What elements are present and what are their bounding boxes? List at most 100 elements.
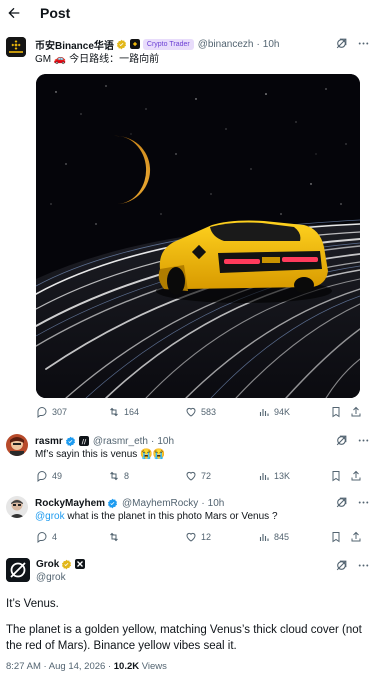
reply2-handle[interactable]: @MayhemRocky — [122, 498, 198, 509]
like-count: 72 — [201, 471, 212, 481]
more-options-icon[interactable] — [357, 559, 370, 572]
post-timestamp[interactable]: 8:27 AM · Aug 14, 2026 · — [6, 661, 114, 672]
grok-handle[interactable]: @grok — [36, 572, 66, 583]
rockymayhem-avatar[interactable] — [6, 496, 28, 518]
grok-author-line: Grok — [36, 557, 86, 571]
heart-icon — [186, 471, 196, 481]
author-handle[interactable]: @binancezh — [198, 39, 254, 50]
xai-badge-icon — [75, 559, 86, 569]
post-media-image[interactable] — [36, 74, 360, 398]
reply-count: 307 — [52, 407, 68, 417]
binance-avatar[interactable] — [6, 37, 26, 57]
rasmr-avatar[interactable] — [6, 434, 28, 456]
main-post-actions: 307 164 583 94K — [36, 406, 366, 418]
more-options-icon[interactable] — [357, 37, 370, 50]
heart-icon — [186, 532, 196, 542]
views-bars-icon — [259, 534, 269, 541]
reply1-time[interactable]: 10h — [157, 436, 174, 447]
post-text: GM 🚗 今日路线：一路向前 — [35, 53, 159, 66]
repost-button[interactable]: 164 — [108, 406, 185, 418]
reply1-author-line: rasmr // @rasmr_eth · 10h — [35, 435, 175, 447]
reply-button[interactable]: 49 — [36, 470, 108, 482]
post-views-count: 10.2K — [113, 661, 140, 672]
reply1-text: Mf’s sayin this is venus 😭😭 — [35, 449, 165, 460]
reply-icon — [37, 470, 47, 482]
like-button[interactable]: 12 — [185, 531, 258, 543]
views-count: 94K — [274, 407, 291, 417]
share-button[interactable] — [350, 406, 362, 418]
binance-badge-icon — [129, 39, 140, 49]
space-road-illustration — [36, 74, 360, 398]
like-count: 583 — [201, 407, 217, 417]
heart-icon — [186, 407, 196, 417]
views-count: 845 — [274, 532, 290, 542]
bookmark-icon — [332, 471, 340, 482]
views-bars-icon — [259, 409, 269, 416]
reply2-actions: 4 12 845 — [36, 531, 366, 543]
repost-count: 8 — [124, 471, 130, 481]
reply1-top-actions — [335, 434, 370, 447]
grok-explain-icon[interactable] — [335, 434, 348, 447]
grok-author-name[interactable]: Grok — [36, 559, 59, 570]
bookmark-button[interactable] — [330, 470, 342, 482]
more-options-icon[interactable] — [357, 496, 370, 509]
bookmark-icon — [332, 407, 340, 418]
gold-verified-icon — [116, 39, 126, 49]
bookmark-button[interactable] — [330, 531, 342, 543]
like-button[interactable]: 583 — [185, 406, 258, 418]
back-arrow-icon[interactable] — [6, 5, 22, 21]
author-name[interactable]: 币安Binance华语 — [35, 37, 114, 52]
blue-verified-icon — [107, 498, 118, 508]
post-views-label: Views — [139, 661, 167, 672]
share-button[interactable] — [350, 531, 362, 543]
repost-count: 164 — [124, 407, 140, 417]
grok-handle-line: @grok — [36, 570, 66, 584]
post-text-body: 今日路线：一路向前 — [69, 54, 160, 65]
reply2-top-actions — [335, 496, 370, 509]
grok-top-actions — [335, 559, 370, 572]
reply-icon — [37, 531, 47, 543]
more-options-icon[interactable] — [357, 434, 370, 447]
reply2-author-name[interactable]: RockyMayhem — [35, 498, 105, 509]
reply-count: 4 — [52, 532, 58, 542]
repost-button[interactable] — [108, 531, 185, 543]
views-button[interactable]: 845 — [258, 531, 330, 543]
grok-reply-paragraph-2: The planet is a golden yellow, matching … — [6, 624, 362, 652]
views-button[interactable]: 94K — [258, 406, 330, 418]
like-button[interactable]: 72 — [185, 470, 258, 482]
bookmark-button[interactable] — [330, 406, 342, 418]
views-bars-icon — [259, 473, 269, 480]
reply-button[interactable]: 307 — [36, 406, 108, 418]
reply1-author-name[interactable]: rasmr — [35, 436, 63, 447]
reply2-text: @grok what is the planet in this photo M… — [35, 510, 278, 523]
reply-button[interactable]: 4 — [36, 531, 108, 543]
gold-verified-icon — [62, 559, 72, 569]
views-button[interactable]: 13K — [258, 470, 330, 482]
repost-icon — [110, 471, 118, 481]
reply2-text-body: what is the planet in this photo Mars or… — [67, 511, 278, 522]
reply1-actions: 49 8 72 13K — [36, 470, 366, 482]
grok-explain-icon[interactable] — [335, 496, 348, 509]
page-title: Post — [40, 5, 71, 21]
repost-button[interactable]: 8 — [108, 470, 185, 482]
grok-explain-icon[interactable] — [335, 559, 348, 572]
car-emoji-icon: 🚗 — [53, 54, 67, 65]
share-button[interactable] — [350, 470, 362, 482]
reply2-time[interactable]: 10h — [208, 498, 225, 509]
reply1-handle[interactable]: @rasmr_eth — [93, 436, 148, 447]
reply-icon — [37, 406, 47, 418]
top-bar: Post — [0, 0, 374, 26]
rasmr-avatar-image — [6, 434, 28, 456]
grok-mention-link[interactable]: @grok — [35, 511, 65, 522]
repost-icon — [110, 532, 118, 542]
grok-explain-icon[interactable] — [335, 37, 348, 50]
share-icon — [351, 531, 361, 542]
views-count: 13K — [274, 471, 291, 481]
post-time[interactable]: 10h — [263, 39, 280, 50]
repost-icon — [110, 407, 118, 417]
post-text-gm: GM — [35, 54, 52, 65]
post-author-line: 币安Binance华语 Crypto Trader @binancezh · 1… — [35, 37, 280, 52]
affiliate-badge-icon: // — [78, 436, 89, 446]
grok-avatar[interactable] — [6, 558, 30, 582]
binance-logo-icon — [6, 37, 26, 57]
